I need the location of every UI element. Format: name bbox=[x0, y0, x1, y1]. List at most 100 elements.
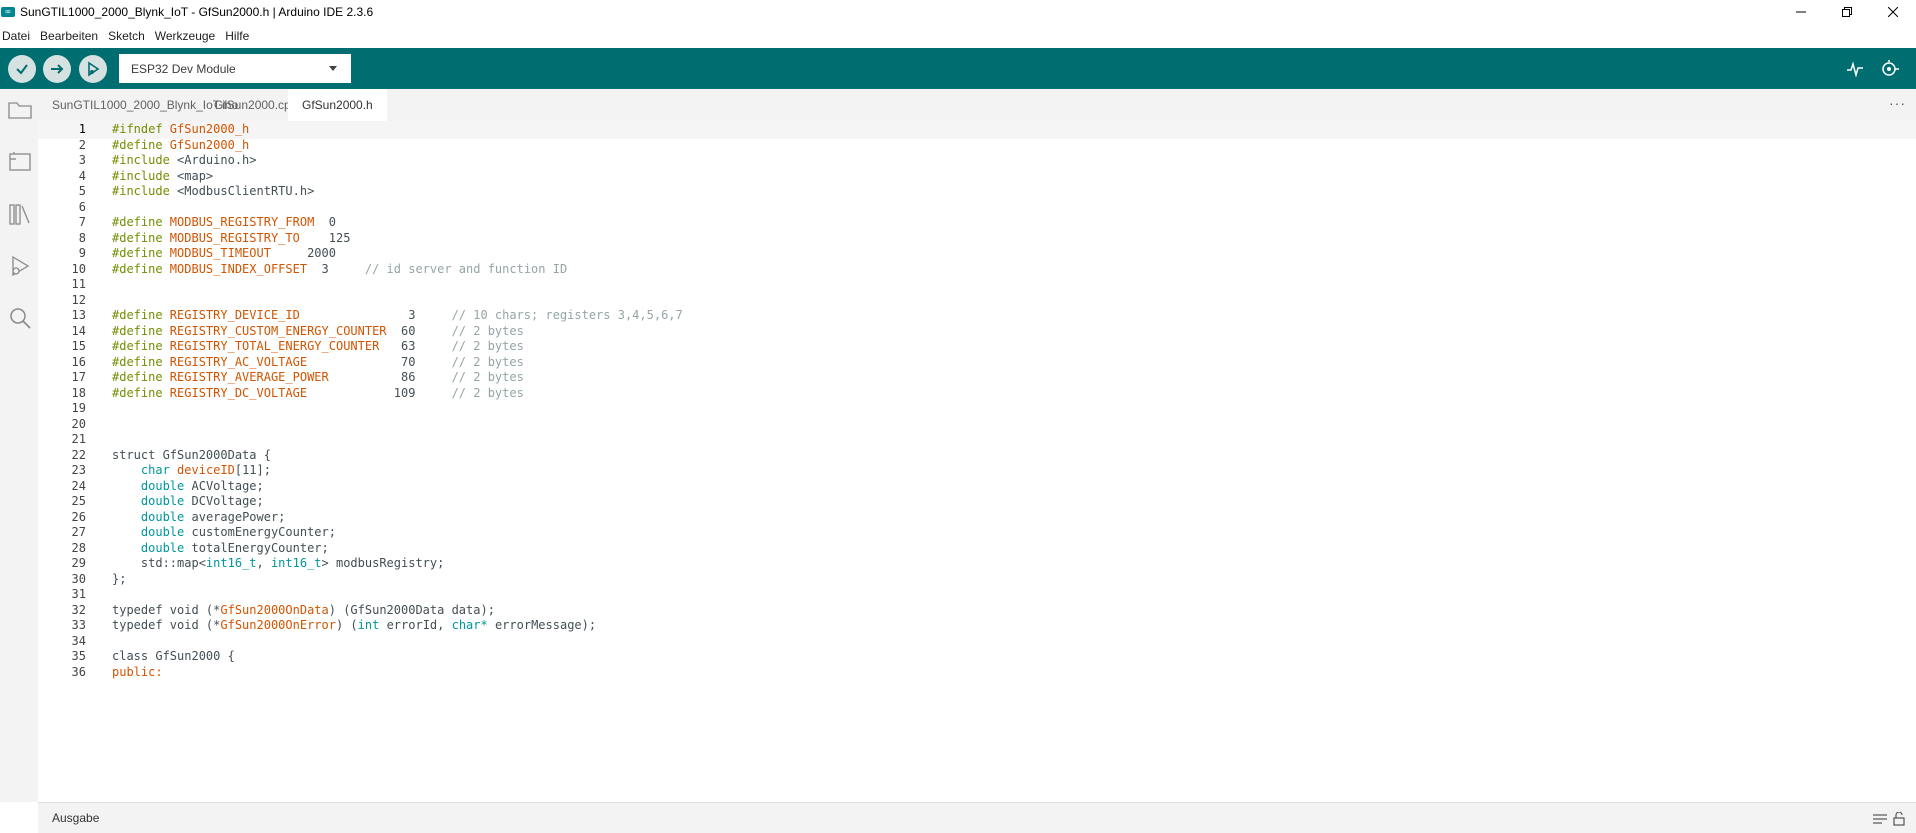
serial-monitor-icon bbox=[1882, 60, 1899, 76]
line-number: 19 bbox=[71, 401, 86, 415]
line-number: 23 bbox=[71, 463, 86, 477]
code-text: double totalEnergyCounter; bbox=[140, 540, 329, 555]
menu-werkzeuge[interactable]: Werkzeuge bbox=[155, 29, 215, 43]
line-number: 17 bbox=[71, 370, 86, 384]
line-number: 4 bbox=[78, 168, 86, 183]
code-text: #define MODBUS_REGISTRY_FROM 0 bbox=[112, 215, 336, 229]
lock-output-button[interactable] bbox=[1891, 811, 1907, 827]
serial-plotter-button[interactable] bbox=[1844, 58, 1866, 80]
code-text: #include <Arduino.h> bbox=[112, 153, 257, 167]
debug-run-icon bbox=[12, 255, 30, 277]
line-number: 21 bbox=[71, 432, 86, 446]
code-text: #define REGISTRY_AC_VOLTAGE 70 // 2 byte… bbox=[112, 354, 524, 369]
window-title: SunGTIL1000_2000_Blynk_IoT - GfSun2000.h… bbox=[20, 5, 374, 19]
list-icon bbox=[1873, 814, 1887, 824]
output-label[interactable]: Ausgabe bbox=[52, 803, 99, 833]
code-text: #define REGISTRY_DEVICE_ID 3 // 10 chars… bbox=[112, 308, 683, 322]
close-icon bbox=[1888, 7, 1898, 17]
line-number: 35 bbox=[71, 649, 86, 663]
library-manager-button[interactable] bbox=[7, 201, 33, 227]
window-controls bbox=[1778, 0, 1916, 24]
debug-button[interactable] bbox=[79, 55, 107, 83]
board-selector[interactable]: ESP32 Dev Module bbox=[119, 54, 351, 83]
debug-icon bbox=[88, 61, 100, 77]
output-panel-bar: Ausgabe bbox=[38, 802, 1916, 833]
sketchbook-button[interactable] bbox=[7, 97, 33, 123]
code-text: #define REGISTRY_DC_VOLTAGE 109 // 2 byt… bbox=[112, 385, 524, 400]
code-text: #define MODBUS_REGISTRY_TO 125 bbox=[112, 230, 351, 245]
chevron-down-icon bbox=[329, 66, 337, 71]
serial-monitor-button[interactable] bbox=[1879, 58, 1901, 80]
arduino-logo-icon: ∞ bbox=[1, 7, 15, 17]
search-icon bbox=[10, 308, 31, 329]
code-text: #ifndef GfSun2000_h bbox=[112, 122, 250, 136]
line-number: 28 bbox=[71, 540, 86, 555]
minimize-icon bbox=[1796, 11, 1806, 13]
line-number: 27 bbox=[71, 525, 86, 539]
title-bar: ∞ SunGTIL1000_2000_Blynk_IoT - GfSun2000… bbox=[0, 0, 1916, 24]
minimize-button[interactable] bbox=[1778, 0, 1824, 24]
sidebar bbox=[0, 89, 38, 802]
line-number: 13 bbox=[71, 308, 86, 322]
lock-icon bbox=[1893, 812, 1905, 826]
line-number: 25 bbox=[71, 494, 86, 508]
code-text: double DCVoltage; bbox=[140, 494, 264, 508]
line-number: 12 bbox=[71, 292, 86, 307]
code-text: public: bbox=[112, 664, 163, 679]
more-icon[interactable]: ··· bbox=[1889, 89, 1906, 121]
code-text: class GfSun2000 { bbox=[112, 649, 235, 663]
boards-manager-button[interactable] bbox=[7, 149, 33, 175]
code-text: #include <ModbusClientRTU.h> bbox=[112, 184, 315, 198]
line-number: 31 bbox=[71, 587, 86, 601]
restore-button[interactable] bbox=[1824, 0, 1870, 24]
line-number: 32 bbox=[71, 602, 86, 617]
debug-panel-button[interactable] bbox=[7, 253, 33, 279]
menu-sketch[interactable]: Sketch bbox=[108, 29, 145, 43]
code-text: #define REGISTRY_AVERAGE_POWER 86 // 2 b… bbox=[112, 370, 524, 384]
line-number: 2 bbox=[78, 137, 86, 152]
menu-hilfe[interactable]: Hilfe bbox=[225, 29, 249, 43]
code-text: #define MODBUS_INDEX_OFFSET 3 // id serv… bbox=[112, 261, 568, 276]
clear-output-button[interactable] bbox=[1872, 811, 1888, 827]
line-number: 9 bbox=[78, 246, 86, 260]
line-number: 18 bbox=[71, 385, 86, 400]
menu-datei[interactable]: Datei bbox=[2, 29, 30, 43]
menu-bearbeiten[interactable]: Bearbeiten bbox=[40, 29, 98, 43]
line-number: 7 bbox=[78, 215, 86, 229]
code-text: double customEnergyCounter; bbox=[140, 525, 336, 539]
line-number: 34 bbox=[71, 633, 86, 648]
code-text: #define MODBUS_TIMEOUT 2000 bbox=[112, 246, 336, 260]
code-text: double averagePower; bbox=[140, 509, 286, 524]
code-text: char deviceID[11]; bbox=[140, 463, 271, 477]
code-text: double ACVoltage; bbox=[140, 478, 264, 493]
code-editor[interactable]: 1 #ifndef GfSun2000_h 2 #define GfSun2000_h… bbox=[38, 121, 1916, 802]
code-text: typedef void (*GfSun2000OnData) (GfSun20… bbox=[112, 602, 495, 617]
line-number: 20 bbox=[71, 416, 86, 431]
line-number: 10 bbox=[71, 261, 86, 276]
code-line[interactable]: 36 public: bbox=[38, 662, 1916, 681]
line-number: 16 bbox=[71, 354, 86, 369]
line-number: 29 bbox=[71, 556, 86, 570]
line-number: 6 bbox=[78, 199, 86, 214]
library-icon bbox=[9, 204, 30, 225]
serial-plotter-icon bbox=[1847, 61, 1863, 78]
line-number: 1 bbox=[78, 122, 86, 136]
verify-button[interactable] bbox=[8, 55, 36, 83]
board-icon bbox=[9, 152, 31, 171]
verify-icon bbox=[16, 64, 28, 75]
code-text: typedef void (*GfSun2000OnError) (int er… bbox=[112, 618, 597, 632]
menu-bar: Datei Bearbeiten Sketch Werkzeuge Hilfe bbox=[0, 24, 1916, 48]
line-number: 36 bbox=[71, 664, 86, 679]
board-selector-label: ESP32 Dev Module bbox=[131, 61, 236, 76]
upload-button[interactable] bbox=[43, 55, 71, 83]
code-text: #define REGISTRY_TOTAL_ENERGY_COUNTER 63… bbox=[112, 339, 524, 353]
line-number: 11 bbox=[71, 277, 86, 291]
tab-header[interactable]: GfSun2000.h bbox=[288, 89, 387, 121]
search-button[interactable] bbox=[7, 305, 33, 331]
line-number: 15 bbox=[71, 339, 86, 353]
line-number: 22 bbox=[71, 447, 86, 462]
code-text: #define REGISTRY_CUSTOM_ENERGY_COUNTER 6… bbox=[112, 323, 524, 338]
restore-icon bbox=[1842, 7, 1852, 17]
line-number: 5 bbox=[78, 184, 86, 198]
close-button[interactable] bbox=[1870, 0, 1916, 24]
